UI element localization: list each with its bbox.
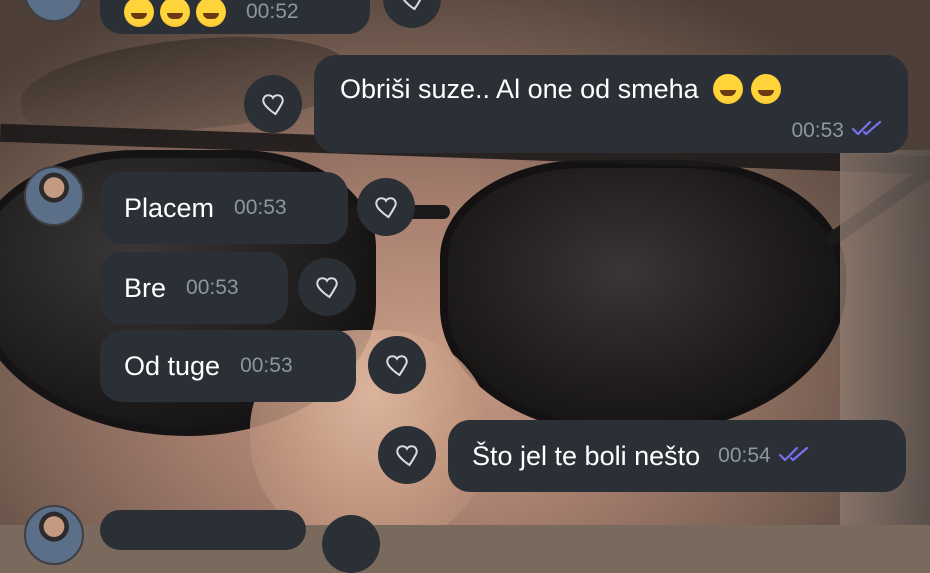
heart-icon	[375, 197, 397, 219]
react-heart-button[interactable]	[322, 515, 380, 573]
message-time: 00:53	[186, 276, 239, 299]
heart-icon	[262, 94, 284, 116]
message-text: Što jel te boli nešto	[472, 441, 701, 471]
rolling-laughing-emoji-icon	[712, 74, 743, 104]
heart-icon	[316, 277, 338, 299]
react-heart-button[interactable]	[383, 0, 441, 28]
message-text: Bre	[124, 273, 167, 303]
laughing-crying-emoji-icon	[124, 0, 154, 27]
message-text: Od tuge	[124, 351, 221, 381]
avatar[interactable]	[24, 0, 84, 22]
message-bubble-incoming[interactable]: Bre 00:53	[100, 252, 288, 324]
emoji-group	[124, 0, 226, 27]
rolling-laughing-emoji-icon	[750, 74, 781, 104]
message-text: Placem	[124, 193, 215, 223]
heart-icon	[386, 355, 408, 377]
message-text: Obriši suze.. Al one od smeha	[340, 74, 699, 104]
react-heart-button[interactable]	[378, 426, 436, 484]
heart-icon	[402, 0, 422, 11]
react-heart-button[interactable]	[298, 258, 356, 316]
message-list[interactable]: 00:52 Obriši suze.. Al one od smeha 00:5…	[0, 0, 930, 573]
react-heart-button[interactable]	[368, 336, 426, 394]
react-heart-button[interactable]	[244, 75, 302, 133]
message-bubble-outgoing[interactable]: Što jel te boli nešto 00:54	[448, 420, 906, 492]
message-bubble-incoming[interactable]: Placem 00:53	[100, 172, 348, 244]
read-checkmarks-icon	[777, 444, 813, 469]
message-time: 00:53	[791, 118, 844, 142]
laughing-crying-emoji-icon	[196, 0, 226, 27]
avatar[interactable]	[24, 166, 84, 226]
laughing-crying-emoji-icon	[160, 0, 190, 27]
message-time: 00:53	[234, 196, 287, 219]
react-heart-button[interactable]	[357, 178, 415, 236]
message-bubble-outgoing[interactable]: Obriši suze.. Al one od smeha 00:53	[314, 55, 908, 153]
message-bubble-incoming[interactable]: 00:52	[100, 0, 370, 34]
avatar[interactable]	[24, 505, 84, 565]
message-bubble-incoming[interactable]	[100, 510, 306, 550]
read-checkmarks-icon	[850, 118, 886, 143]
heart-icon	[396, 445, 418, 467]
message-bubble-incoming[interactable]: Od tuge 00:53	[100, 330, 356, 402]
message-time: 00:52	[246, 0, 299, 23]
message-time: 00:54	[718, 444, 771, 467]
message-time: 00:53	[240, 354, 293, 377]
